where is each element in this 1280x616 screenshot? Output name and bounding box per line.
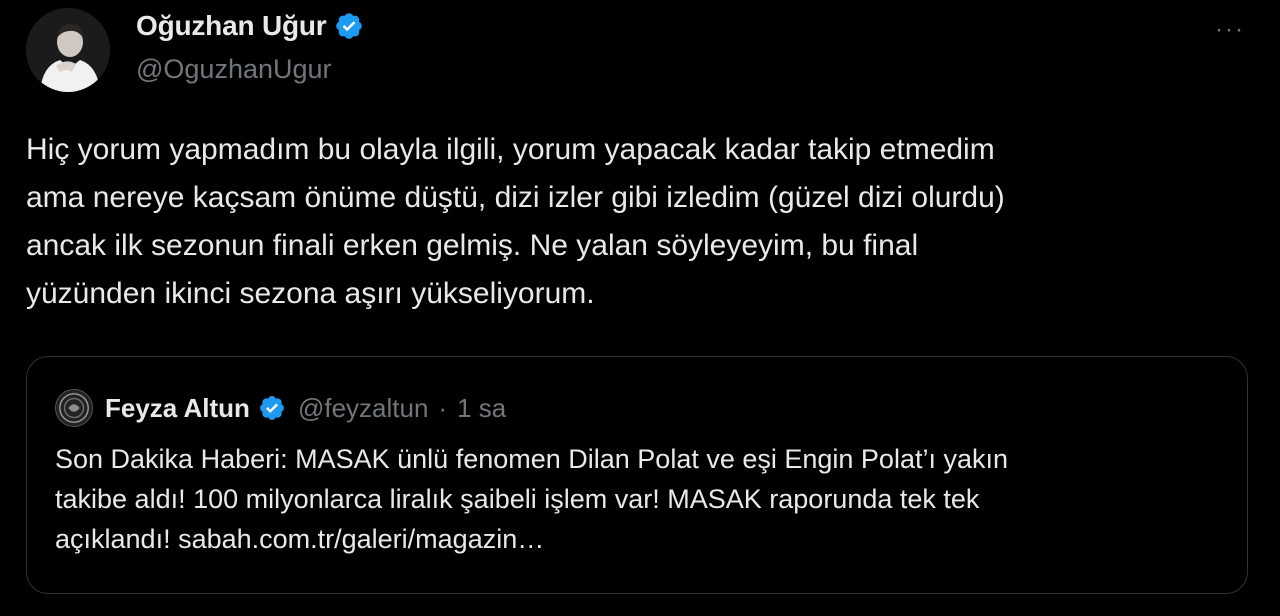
author-avatar[interactable] — [26, 8, 110, 92]
author-name-row: Oğuzhan Uğur — [136, 10, 364, 42]
quoted-author-avatar[interactable] — [55, 389, 93, 427]
quoted-tweet-header: Feyza Altun @feyzaltun · 1 sa — [55, 389, 506, 427]
quoted-author-display-name[interactable]: Feyza Altun — [105, 393, 250, 424]
author-avatar-image — [26, 8, 110, 92]
quoted-text-line: Son Dakika Haberi: MASAK ünlü fenomen Di… — [55, 444, 1009, 474]
author-display-name[interactable]: Oğuzhan Uğur — [136, 10, 327, 42]
quoted-tweet-card[interactable]: Feyza Altun @feyzaltun · 1 sa Son Dakika… — [26, 356, 1248, 594]
quoted-text-line: takibe aldı! 100 milyonlarca liralık şai… — [55, 484, 980, 514]
tweet-text-line: yüzünden ikinci sezona aşırı yükseliyoru… — [26, 277, 595, 310]
more-options-icon[interactable]: ··· — [1210, 12, 1250, 48]
quoted-tweet-timestamp[interactable]: 1 sa — [457, 393, 506, 424]
tweet-text-line: ancak ilk sezonun finali erken gelmiş. N… — [26, 229, 919, 262]
tweet: Oğuzhan Uğur @OguzhanUgur ··· Hiç yorum … — [0, 0, 1280, 616]
verified-badge-icon — [258, 394, 286, 422]
tweet-text-line: ama nereye kaçsam önüme düştü, dizi izle… — [26, 181, 1005, 214]
quoted-text-line: açıklandı! sabah.com.tr/galeri/magazin… — [55, 524, 545, 554]
verified-badge-icon — [334, 11, 364, 41]
quoted-tweet-text: Son Dakika Haberi: MASAK ünlü fenomen Di… — [55, 439, 1235, 559]
separator-dot: · — [438, 392, 448, 423]
quoted-author-handle[interactable]: @feyzaltun — [298, 393, 428, 424]
author-handle[interactable]: @OguzhanUgur — [136, 54, 332, 85]
tweet-text: Hiç yorum yapmadım bu olayla ilgili, yor… — [26, 126, 1266, 318]
tweet-text-line: Hiç yorum yapmadım bu olayla ilgili, yor… — [26, 133, 995, 166]
